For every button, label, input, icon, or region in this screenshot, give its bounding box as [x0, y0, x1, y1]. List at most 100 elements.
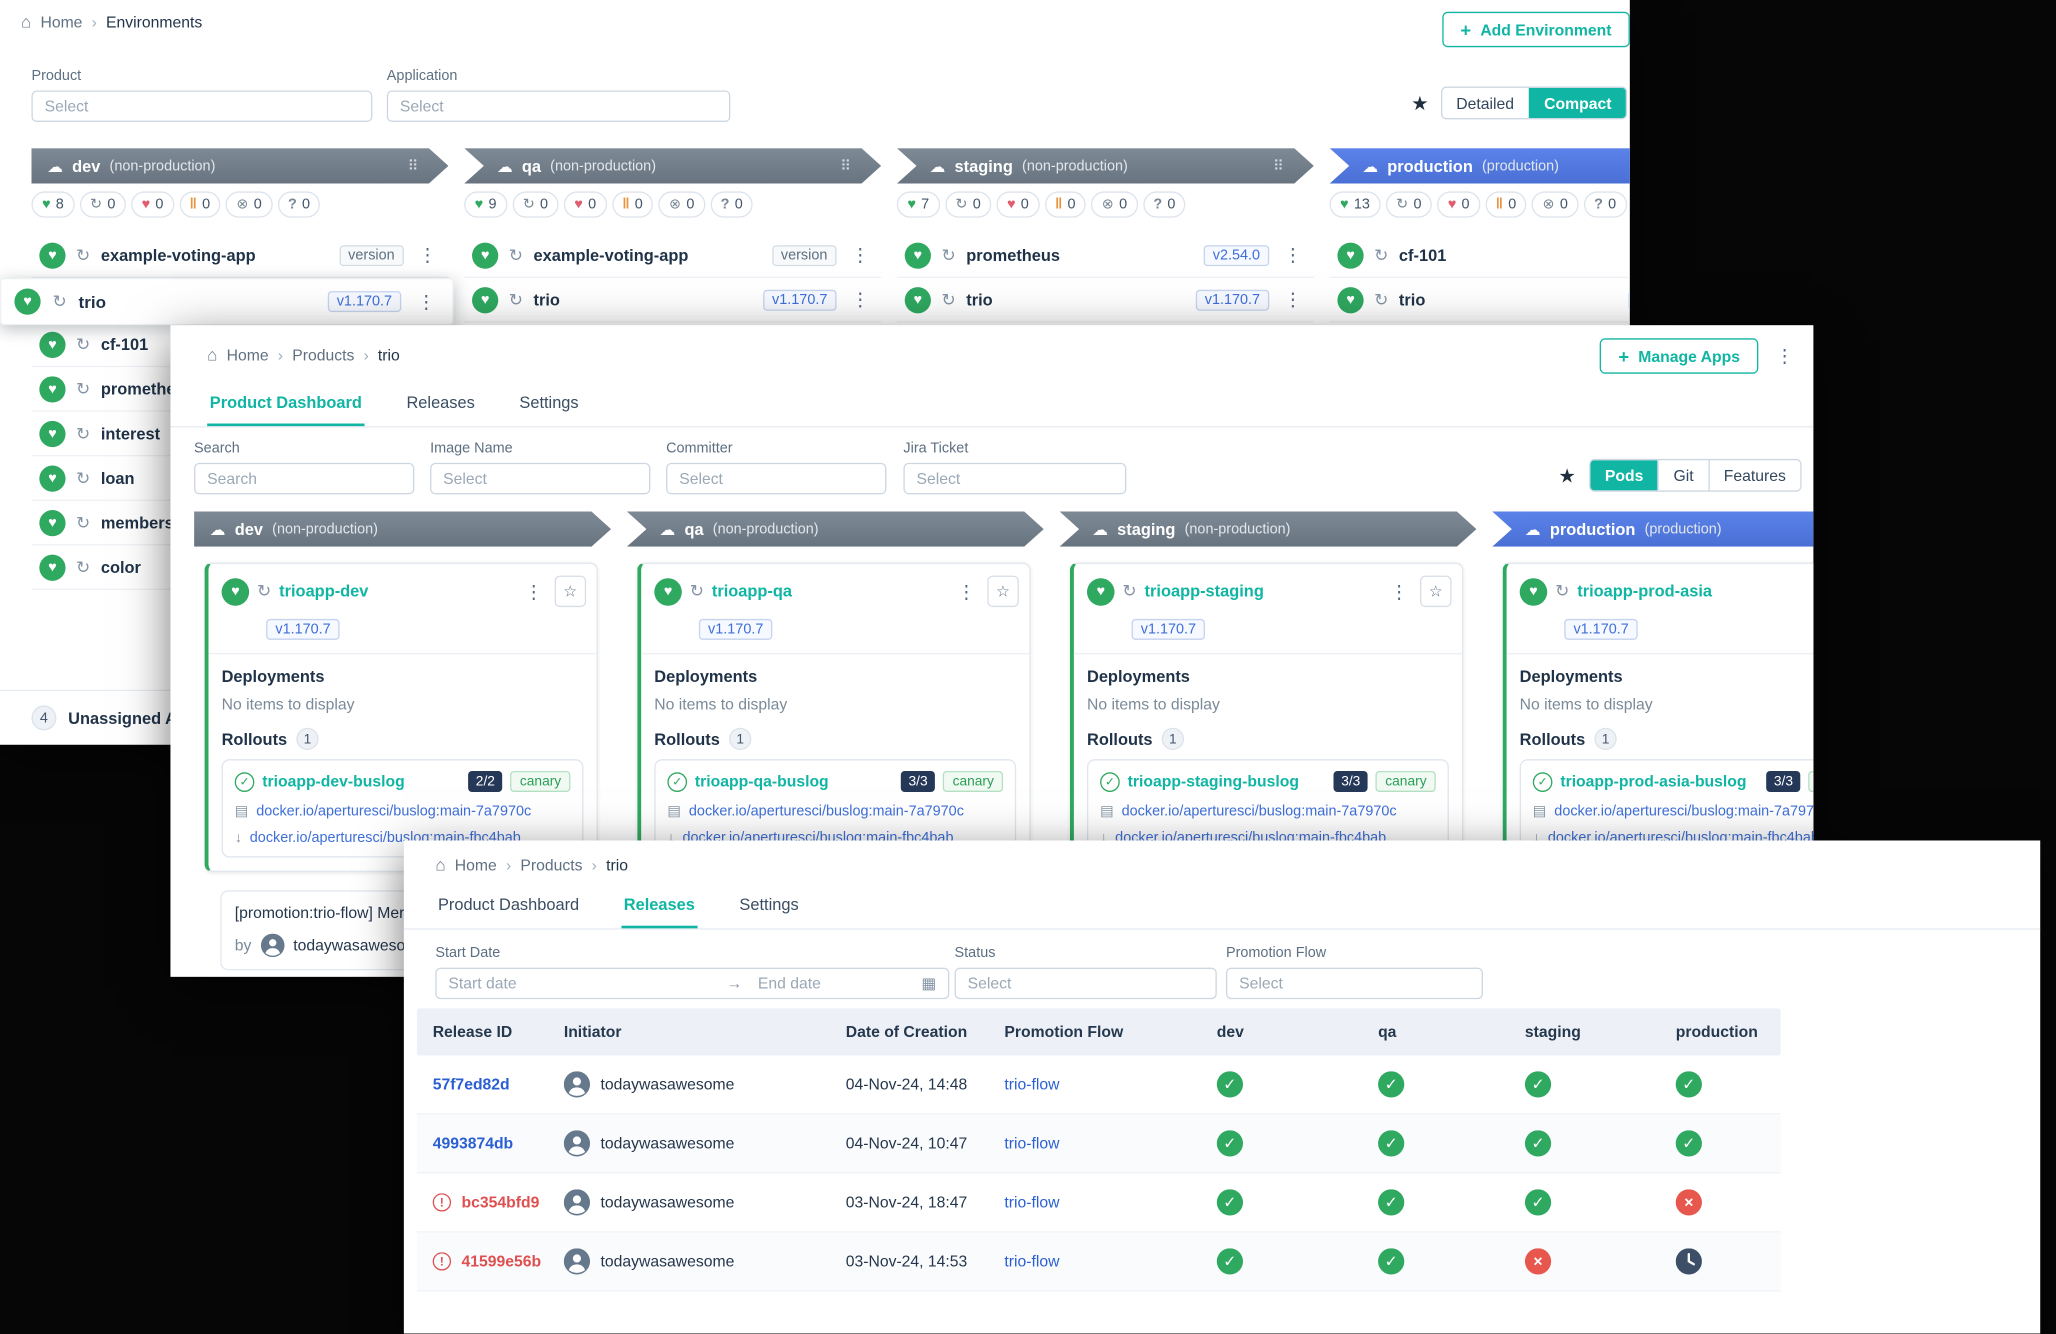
env-header-staging[interactable]: ☁ staging (non-production) ⠿: [897, 148, 1314, 183]
search-input[interactable]: Search: [194, 463, 414, 494]
favorites-filter-button[interactable]: ★: [1411, 91, 1429, 115]
app-name[interactable]: trio: [534, 290, 560, 308]
degraded-count-badge[interactable]: ♥0: [131, 191, 174, 217]
app-name[interactable]: loan: [101, 469, 135, 487]
drag-handle-icon[interactable]: ⠿: [408, 157, 420, 174]
release-id-link[interactable]: bc354bfd9: [462, 1193, 540, 1211]
unknown-count-badge[interactable]: ?0: [1143, 191, 1186, 217]
tab-product-dashboard[interactable]: Product Dashboard: [207, 385, 364, 426]
image-link[interactable]: docker.io/aperturesci/buslog:main-7a7970…: [689, 803, 964, 819]
breadcrumb-products[interactable]: Products: [292, 346, 354, 364]
app-name[interactable]: cf-101: [101, 335, 148, 353]
missing-count-badge[interactable]: ⊗0: [659, 191, 705, 217]
degraded-count-badge[interactable]: ♥0: [1437, 191, 1480, 217]
features-toggle[interactable]: Features: [1708, 460, 1800, 490]
degraded-count-badge[interactable]: ♥0: [564, 191, 607, 217]
promotion-flow-link[interactable]: trio-flow: [1004, 1075, 1059, 1093]
compact-toggle[interactable]: Compact: [1528, 88, 1625, 118]
breadcrumb-home[interactable]: Home: [455, 856, 497, 874]
detailed-toggle[interactable]: Detailed: [1442, 88, 1529, 118]
app-name[interactable]: members: [101, 513, 174, 531]
app-link[interactable]: trioapp-prod-asia: [1577, 582, 1712, 600]
app-name[interactable]: example-voting-app: [101, 246, 256, 264]
progressing-count-badge[interactable]: ↻0: [945, 191, 991, 217]
app-row[interactable]: ♥ ↻ trio v1.170.7 ⋮: [464, 278, 881, 323]
app-row[interactable]: ♥ ↻ prometheus v2.54.0 ⋮: [897, 233, 1314, 278]
breadcrumb-home[interactable]: Home: [40, 12, 82, 30]
suspended-count-badge[interactable]: ‖0: [1045, 191, 1086, 217]
degraded-count-badge[interactable]: ♥0: [997, 191, 1040, 217]
release-row[interactable]: 4993874db todaywasawesome 04-Nov-24, 10:…: [417, 1115, 1781, 1174]
tab-releases[interactable]: Releases: [621, 888, 697, 929]
image-name-select[interactable]: Select: [430, 463, 650, 494]
progressing-count-badge[interactable]: ↻0: [80, 191, 126, 217]
healthy-count-badge[interactable]: ♥13: [1330, 191, 1381, 217]
app-menu-button[interactable]: ⋮: [1280, 288, 1306, 310]
suspended-count-badge[interactable]: ‖0: [179, 191, 220, 217]
tab-settings[interactable]: Settings: [517, 385, 581, 426]
tab-releases[interactable]: Releases: [404, 385, 478, 426]
image-link[interactable]: docker.io/aperturesci/buslog:main-7a7970…: [1122, 803, 1397, 819]
card-menu-button[interactable]: ⋮: [953, 580, 979, 602]
app-row-trio-elevated[interactable]: ♥ ↻ trio v1.170.7 ⋮: [0, 278, 454, 325]
progressing-count-badge[interactable]: ↻0: [1386, 191, 1432, 217]
healthy-count-badge[interactable]: ♥7: [897, 191, 940, 217]
drag-handle-icon[interactable]: ⠿: [840, 157, 852, 174]
favorite-button[interactable]: ☆: [987, 576, 1018, 607]
breadcrumb-home[interactable]: Home: [227, 346, 269, 364]
missing-count-badge[interactable]: ⊗0: [226, 191, 272, 217]
env-header-dev[interactable]: ☁ dev (non-production): [194, 511, 611, 546]
product-menu-button[interactable]: ⋮: [1771, 345, 1797, 367]
release-id-link[interactable]: 57f7ed82d: [433, 1075, 510, 1093]
suspended-count-badge[interactable]: ‖0: [1485, 191, 1526, 217]
release-row[interactable]: ! bc354bfd9 todaywasawesome 03-Nov-24, 1…: [417, 1174, 1781, 1233]
app-menu-button[interactable]: ⋮: [413, 290, 439, 312]
rollout-link[interactable]: trioapp-dev-buslog: [262, 772, 404, 790]
drag-handle-icon[interactable]: ⠿: [1273, 157, 1285, 174]
app-row[interactable]: ♥ ↻ example-voting-app version ⋮: [31, 233, 448, 278]
release-row[interactable]: ! 41599e56b todaywasawesome 03-Nov-24, 1…: [417, 1233, 1781, 1292]
env-header-production[interactable]: ☁ production (production) ⠿: [1330, 148, 1630, 183]
add-environment-button[interactable]: + Add Environment: [1442, 12, 1630, 47]
rollout-link[interactable]: trioapp-qa-buslog: [695, 772, 829, 790]
card-menu-button[interactable]: ⋮: [521, 580, 547, 602]
app-name[interactable]: color: [101, 558, 141, 576]
app-menu-button[interactable]: ⋮: [1280, 244, 1306, 266]
git-toggle[interactable]: Git: [1658, 460, 1708, 490]
unknown-count-badge[interactable]: ?0: [710, 191, 753, 217]
app-row[interactable]: ♥ ↻ cf-101 v1 ⋮: [1330, 233, 1630, 278]
env-header-staging[interactable]: ☁ staging (non-production): [1059, 511, 1476, 546]
product-select[interactable]: Select: [31, 90, 372, 121]
app-name[interactable]: trio: [79, 292, 106, 312]
env-header-qa[interactable]: ☁ qa (non-production): [627, 511, 1044, 546]
app-menu-button[interactable]: ⋮: [414, 244, 440, 266]
app-name[interactable]: trio: [1399, 290, 1425, 308]
env-header-production[interactable]: ☁ production (production): [1492, 511, 1813, 546]
app-row[interactable]: ♥ ↻ example-voting-app version ⋮: [464, 233, 881, 278]
promotion-flow-link[interactable]: trio-flow: [1004, 1134, 1059, 1152]
app-menu-button[interactable]: ⋮: [847, 244, 873, 266]
app-link[interactable]: trioapp-qa: [712, 582, 792, 600]
app-row[interactable]: ♥ ↻ trio v1.170.7 ⋮: [897, 278, 1314, 323]
env-header-qa[interactable]: ☁ qa (non-production) ⠿: [464, 148, 881, 183]
calendar-icon[interactable]: ▦: [921, 974, 936, 992]
progressing-count-badge[interactable]: ↻0: [512, 191, 558, 217]
missing-count-badge[interactable]: ⊗0: [1091, 191, 1137, 217]
app-link[interactable]: trioapp-staging: [1145, 582, 1264, 600]
image-link[interactable]: docker.io/aperturesci/buslog:main-7a7970…: [256, 803, 531, 819]
favorites-filter-button[interactable]: ★: [1558, 464, 1576, 488]
breadcrumb-products[interactable]: Products: [520, 856, 582, 874]
app-name[interactable]: cf-101: [1399, 246, 1446, 264]
rollout-link[interactable]: trioapp-prod-asia-buslog: [1560, 772, 1746, 790]
card-menu-button[interactable]: ⋮: [1386, 580, 1412, 602]
pods-toggle[interactable]: Pods: [1590, 460, 1657, 490]
tab-settings[interactable]: Settings: [737, 888, 801, 929]
release-id-link[interactable]: 4993874db: [433, 1134, 513, 1152]
healthy-count-badge[interactable]: ♥9: [464, 191, 507, 217]
manage-apps-button[interactable]: + Manage Apps: [1600, 338, 1758, 373]
app-name[interactable]: trio: [966, 290, 992, 308]
committer-select[interactable]: Select: [666, 463, 886, 494]
app-name[interactable]: prometheus: [966, 246, 1060, 264]
application-select[interactable]: Select: [387, 90, 731, 121]
date-range-input[interactable]: Start date → End date ▦: [435, 968, 949, 999]
